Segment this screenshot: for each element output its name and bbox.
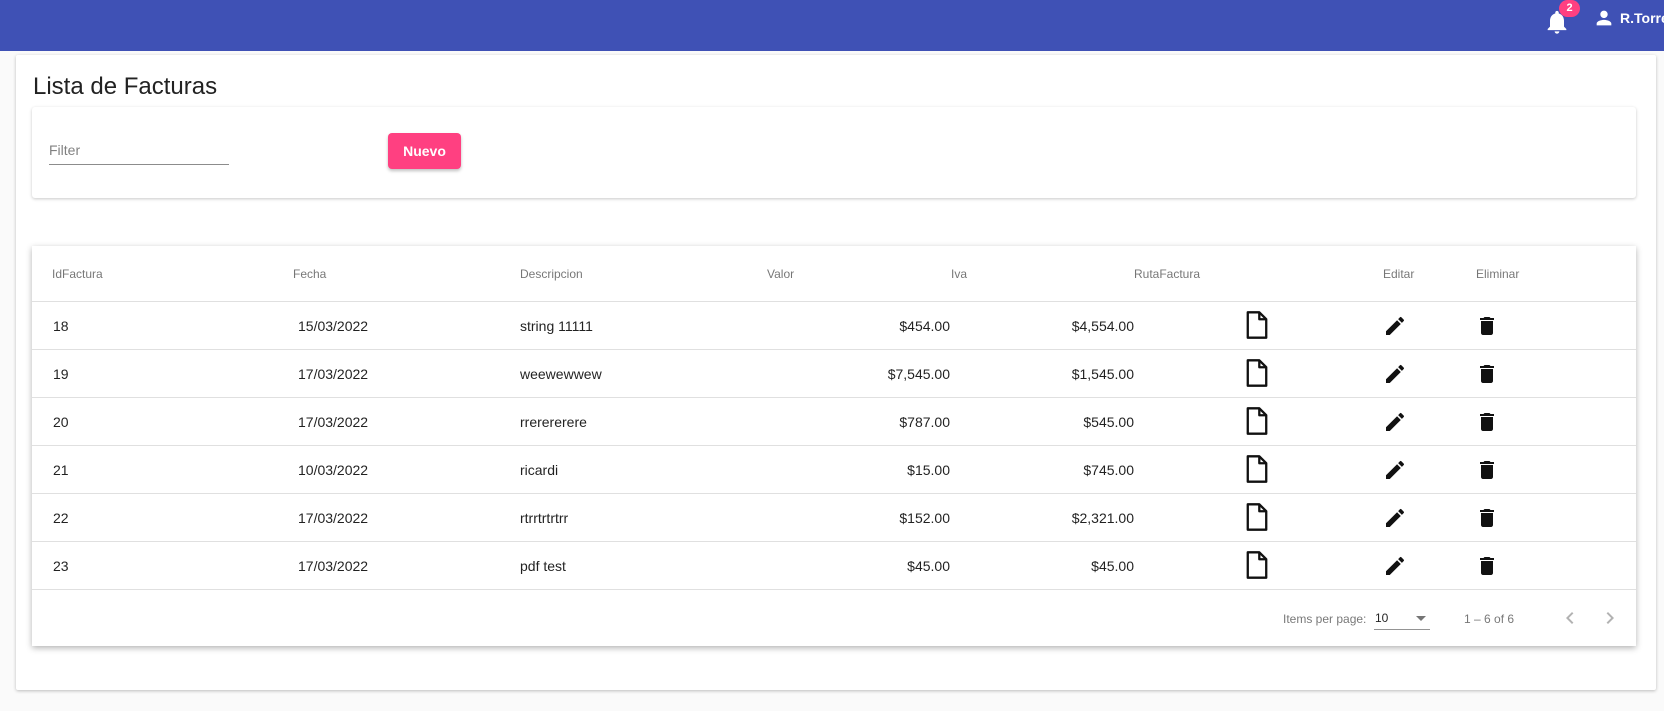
page-title: Lista de Facturas — [33, 73, 218, 100]
cell-valor: $15.00 — [907, 462, 950, 478]
chevron-left-icon — [1566, 612, 1574, 624]
cell-id: 22 — [53, 510, 69, 526]
cell-iva: $4,554.00 — [1071, 318, 1134, 334]
cell-iva: $745.00 — [1083, 462, 1134, 478]
pencil-icon[interactable] — [1383, 314, 1407, 338]
table-row: 23 17/03/2022 pdf test $45.00 $45.00 — [32, 542, 1636, 590]
table-row: 18 15/03/2022 string 11111 $454.00 $4,55… — [32, 302, 1636, 350]
paginator: Items per page: 10 1 – 6 of 6 — [32, 590, 1636, 646]
file-icon[interactable] — [1243, 502, 1271, 532]
pencil-icon[interactable] — [1383, 362, 1407, 386]
cell-descripcion: pdf test — [520, 558, 566, 574]
dropdown-arrow-icon — [1416, 616, 1426, 621]
chevron-right-icon — [1606, 612, 1614, 624]
filter-card — [32, 107, 1636, 198]
cell-descripcion: weewewwew — [520, 366, 602, 382]
column-header-descripcion[interactable]: Descripcion — [520, 267, 583, 281]
cell-id: 23 — [53, 558, 69, 574]
cell-descripcion: rtrrtrtrtrr — [520, 510, 569, 526]
cell-id: 18 — [53, 318, 69, 334]
new-invoice-button[interactable]: Nuevo — [388, 133, 461, 169]
file-icon[interactable] — [1243, 310, 1271, 340]
cell-fecha: 17/03/2022 — [298, 366, 369, 382]
cell-valor: $152.00 — [899, 510, 950, 526]
file-icon[interactable] — [1243, 406, 1271, 436]
table-row: 22 17/03/2022 rtrrtrtrtrr $152.00 $2,321… — [32, 494, 1636, 542]
cell-fecha: 10/03/2022 — [298, 462, 369, 478]
trash-icon[interactable] — [1475, 506, 1499, 530]
cell-fecha: 17/03/2022 — [298, 414, 369, 430]
pencil-icon[interactable] — [1383, 410, 1407, 434]
cell-descripcion: rrerererere — [520, 414, 587, 430]
user-menu-button[interactable]: R.Torre — [1593, 8, 1664, 28]
cell-iva: $45.00 — [1091, 558, 1134, 574]
column-header-eliminar[interactable]: Eliminar — [1476, 267, 1519, 281]
pencil-icon[interactable] — [1383, 554, 1407, 578]
user-name: R.Torre — [1620, 10, 1664, 26]
pencil-icon[interactable] — [1383, 506, 1407, 530]
column-header-ruta[interactable]: RutaFactura — [1134, 267, 1200, 281]
items-per-page-label: Items per page: — [1283, 612, 1367, 626]
column-header-fecha[interactable]: Fecha — [293, 267, 326, 281]
file-icon[interactable] — [1243, 358, 1271, 388]
cell-descripcion: ricardi — [520, 462, 559, 478]
cell-id: 19 — [53, 366, 69, 382]
next-page-button[interactable] — [1598, 606, 1622, 630]
pencil-icon[interactable] — [1383, 458, 1407, 482]
trash-icon[interactable] — [1475, 458, 1499, 482]
bell-icon — [1543, 10, 1571, 40]
page-size-select[interactable]: 10 — [1374, 604, 1430, 630]
trash-icon[interactable] — [1475, 314, 1499, 338]
cell-id: 20 — [53, 414, 69, 430]
column-header-editar[interactable]: Editar — [1383, 267, 1414, 281]
trash-icon[interactable] — [1475, 554, 1499, 578]
file-icon[interactable] — [1243, 550, 1271, 580]
range-label: 1 – 6 of 6 — [1464, 612, 1515, 626]
cell-fecha: 17/03/2022 — [298, 558, 369, 574]
person-icon — [1596, 10, 1612, 26]
filter-input[interactable] — [49, 137, 229, 163]
trash-icon[interactable] — [1475, 362, 1499, 386]
previous-page-button[interactable] — [1558, 606, 1582, 630]
cell-fecha: 15/03/2022 — [298, 318, 369, 334]
table-row: 20 17/03/2022 rrerererere $787.00 $545.0… — [32, 398, 1636, 446]
cell-valor: $7,545.00 — [887, 366, 950, 382]
cell-valor: $787.00 — [899, 414, 950, 430]
cell-valor: $454.00 — [899, 318, 950, 334]
column-header-id[interactable]: IdFactura — [52, 267, 103, 281]
cell-valor: $45.00 — [907, 558, 950, 574]
cell-fecha: 17/03/2022 — [298, 510, 369, 526]
cell-iva: $1,545.00 — [1071, 366, 1134, 382]
notification-badge: 2 — [1559, 0, 1580, 17]
app-toolbar — [0, 0, 1664, 51]
filter-field — [49, 137, 229, 165]
trash-icon[interactable] — [1475, 410, 1499, 434]
page-size-value: 10 — [1375, 611, 1389, 625]
column-header-valor[interactable]: Valor — [767, 267, 794, 281]
table-row: 21 10/03/2022 ricardi $15.00 $745.00 — [32, 446, 1636, 494]
cell-id: 21 — [53, 462, 69, 478]
cell-descripcion: string 11111 — [520, 318, 593, 334]
column-header-iva[interactable]: Iva — [900, 267, 967, 281]
cell-iva: $545.00 — [1083, 414, 1134, 430]
file-icon[interactable] — [1243, 454, 1271, 484]
cell-iva: $2,321.00 — [1071, 510, 1134, 526]
table-row: 19 17/03/2022 weewewwew $7,545.00 $1,545… — [32, 350, 1636, 398]
